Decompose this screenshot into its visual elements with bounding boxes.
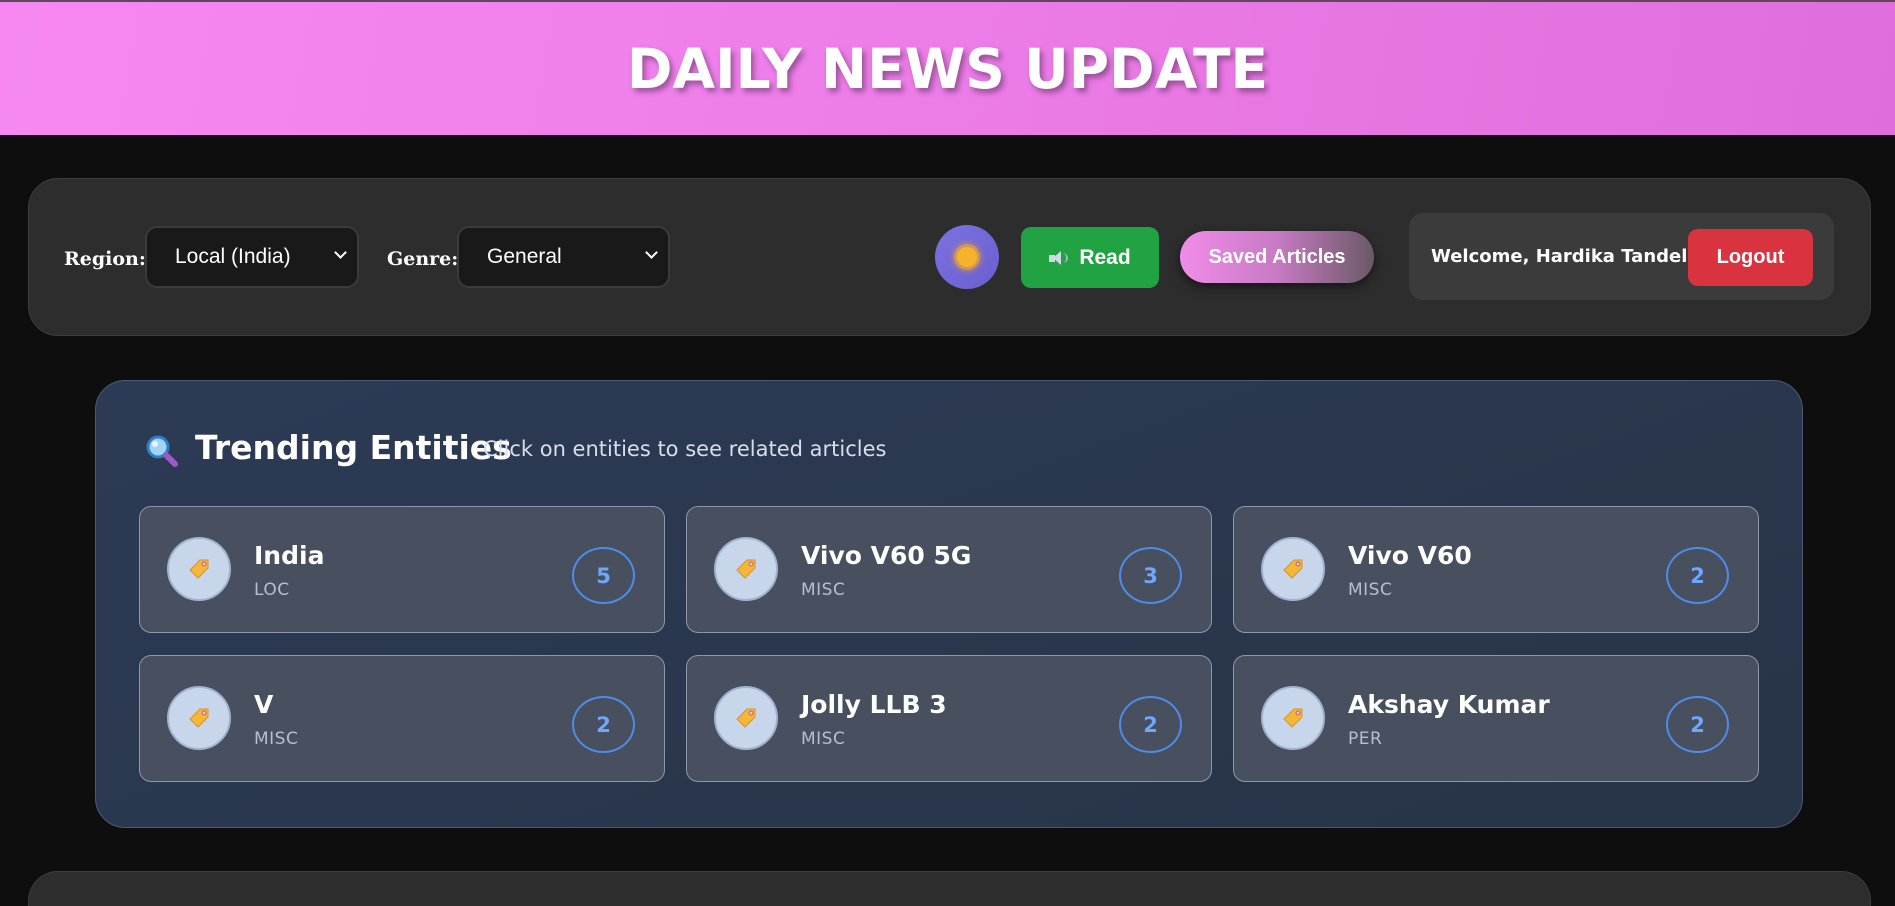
entity-type: PER	[1348, 729, 1383, 749]
entity-count-badge: 2	[572, 696, 635, 753]
genre-label: Genre:	[387, 248, 459, 270]
entity-type: MISC	[801, 580, 846, 600]
tag-icon	[167, 537, 231, 601]
entity-type: MISC	[801, 729, 846, 749]
magnifier-icon	[146, 435, 178, 467]
articles-panel	[28, 871, 1871, 906]
entity-count-badge: 2	[1666, 547, 1729, 604]
entity-card[interactable]: Jolly LLB 3 MISC 2	[686, 655, 1212, 782]
entity-name: V	[254, 690, 274, 719]
entity-card[interactable]: Vivo V60 MISC 2	[1233, 506, 1759, 633]
chevron-down-icon	[645, 246, 658, 259]
sun-icon	[957, 247, 977, 267]
entity-count-badge: 2	[1666, 696, 1729, 753]
entity-name: Vivo V60	[1348, 541, 1472, 570]
entity-card[interactable]: V MISC 2	[139, 655, 665, 782]
entity-type: MISC	[254, 729, 299, 749]
page-title: DAILY NEWS UPDATE	[626, 36, 1269, 101]
region-select[interactable]: Local (India)	[145, 226, 359, 288]
saved-articles-label: Saved Articles	[1208, 245, 1346, 268]
read-button[interactable]: Read	[1021, 227, 1159, 288]
entity-name: Vivo V60 5G	[801, 541, 972, 570]
logout-label: Logout	[1716, 246, 1785, 268]
tag-icon	[1261, 537, 1325, 601]
region-label: Region:	[64, 248, 146, 270]
chevron-down-icon	[334, 246, 347, 259]
read-button-label: Read	[1079, 245, 1131, 269]
tag-icon	[714, 537, 778, 601]
welcome-text: Welcome, Hardika Tandel!	[1431, 246, 1696, 267]
trending-subtitle: Click on entities to see related article…	[483, 437, 887, 461]
entity-card[interactable]: India LOC 5	[139, 506, 665, 633]
genre-select[interactable]: General	[457, 226, 670, 288]
entity-name: Jolly LLB 3	[801, 690, 947, 719]
entity-count-badge: 3	[1119, 547, 1182, 604]
page-header: DAILY NEWS UPDATE	[0, 0, 1895, 135]
entity-card[interactable]: Vivo V60 5G MISC 3	[686, 506, 1212, 633]
entity-count-badge: 5	[572, 547, 635, 604]
tag-icon	[714, 686, 778, 750]
entity-count-badge: 2	[1119, 696, 1182, 753]
tag-icon	[1261, 686, 1325, 750]
tag-icon	[167, 686, 231, 750]
entity-name: India	[254, 541, 325, 570]
theme-toggle-button[interactable]	[935, 225, 999, 289]
genre-select-value: General	[487, 245, 562, 268]
entity-card[interactable]: Akshay Kumar PER 2	[1233, 655, 1759, 782]
logout-button[interactable]: Logout	[1688, 229, 1813, 286]
entity-type: LOC	[254, 580, 290, 600]
saved-articles-button[interactable]: Saved Articles	[1180, 231, 1374, 283]
entity-type: MISC	[1348, 580, 1393, 600]
entity-name: Akshay Kumar	[1348, 690, 1550, 719]
speaker-icon	[1049, 250, 1069, 265]
trending-title: Trending Entities	[195, 428, 512, 467]
region-select-value: Local (India)	[175, 245, 291, 268]
